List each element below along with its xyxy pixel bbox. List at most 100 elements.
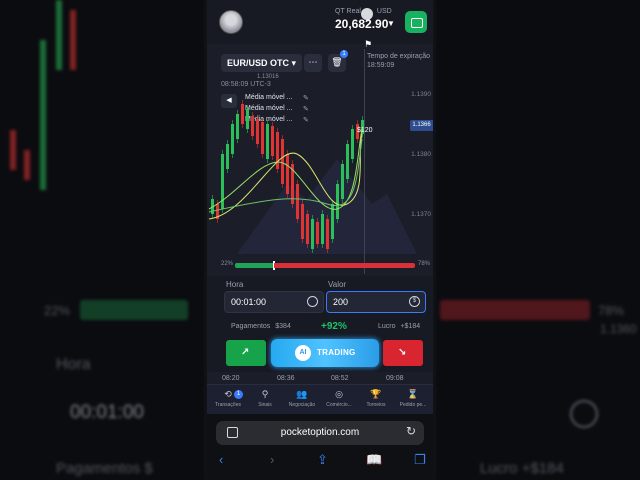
sentiment-down-bar	[274, 263, 415, 268]
bg-candle	[10, 130, 16, 170]
nav-badge: 1	[234, 390, 243, 399]
candle	[226, 144, 229, 169]
dollar-icon: $	[409, 296, 420, 307]
candle	[246, 109, 249, 129]
arrow-down-icon: ↘	[398, 347, 407, 358]
bg-candle	[24, 150, 30, 180]
forward-icon: ›	[270, 452, 275, 467]
amount-field[interactable]: 200 $	[326, 291, 426, 313]
bg-bar-green	[80, 300, 188, 320]
candle	[351, 129, 354, 159]
sentiment-down-pct: 78%	[418, 261, 431, 267]
time-value: 00:01:00	[231, 297, 267, 307]
candle	[256, 119, 259, 144]
sell-down-button[interactable]: ↘	[383, 340, 423, 366]
candle	[321, 214, 324, 244]
candle	[286, 154, 289, 194]
time-tick: 08:36	[277, 375, 295, 382]
back-icon[interactable]: ‹	[219, 452, 223, 467]
time-tick: 08:52	[331, 375, 349, 382]
hourglass-icon: ⌛	[407, 389, 419, 399]
nav-label: Sinais	[258, 402, 272, 408]
candle	[326, 219, 329, 249]
candle	[236, 114, 239, 139]
wallet-icon	[411, 18, 423, 28]
time-tick: 09:08	[386, 375, 404, 382]
sentiment-up-bar	[235, 263, 273, 268]
share-icon[interactable]: ⇪	[317, 452, 328, 468]
bg-pct-left: 22%	[44, 303, 71, 318]
nav-label: Pedido pe...	[399, 402, 427, 408]
candle	[266, 124, 269, 159]
profit-label: Lucro +$184	[378, 323, 420, 330]
candle	[306, 214, 309, 244]
account-currency: USD	[376, 8, 392, 15]
browser-chrome: pocketoption.com ↻ ‹ › ⇪ 📖 ❐	[207, 414, 433, 480]
bookmarks-icon[interactable]: 📖	[366, 452, 382, 468]
trade-panel: Hora 00:01:00 Valor 200 $ Pagamentos $38…	[207, 276, 433, 372]
time-field[interactable]: 00:01:00	[224, 291, 324, 313]
nav-tournaments[interactable]: 🏆 Torneios	[358, 388, 394, 408]
candle	[231, 124, 234, 154]
avatar[interactable]	[219, 10, 243, 34]
amount-value: 200	[333, 297, 349, 307]
candle	[241, 104, 244, 124]
candle	[276, 132, 279, 169]
bg-candle	[70, 10, 76, 70]
nav-signals[interactable]: ⚲ Sinais	[247, 388, 283, 408]
time-tick: 08:20	[222, 375, 240, 382]
profit-text: Lucro	[378, 323, 396, 330]
nav-social-trading[interactable]: 👥 Negociação	[284, 388, 320, 408]
social-icon: 👥	[296, 389, 308, 399]
nav-transactions[interactable]: ⟲ Transações 1	[210, 388, 246, 408]
signal-icon: ⚲	[261, 389, 269, 399]
candle	[341, 164, 344, 199]
url-bar[interactable]: pocketoption.com ↻	[216, 421, 424, 445]
candle	[346, 144, 349, 179]
payout-text: Pagamentos	[231, 323, 271, 330]
bg-candle	[40, 40, 46, 190]
nav-label: Torneios	[366, 402, 386, 408]
nav-label: Transações	[215, 402, 241, 408]
top-bar: QT Real USD 20,682.90 ▼	[207, 0, 433, 44]
arrow-up-icon: ↗	[241, 347, 250, 358]
tabs-icon[interactable]: ❐	[414, 452, 426, 468]
candle	[316, 222, 319, 244]
balance-value[interactable]: 20,682.90	[335, 17, 388, 31]
candle	[311, 219, 314, 249]
time-axis: 08:20 08:36 08:52 09:08	[207, 372, 433, 384]
candle	[271, 126, 274, 156]
candle	[261, 122, 264, 154]
bottom-nav: ⟲ Transações 1 ⚲ Sinais 👥 Negociação ◎ C…	[207, 384, 433, 415]
nav-pending-orders[interactable]: ⌛ Pedido pe...	[395, 388, 431, 408]
bg-candle	[56, 0, 62, 70]
clock-icon	[307, 296, 318, 307]
ai-trading-label: TRADING	[317, 348, 356, 357]
url-text: pocketoption.com	[280, 427, 360, 438]
buy-up-button[interactable]: ↗	[226, 340, 266, 366]
express-icon: ◎	[335, 389, 343, 399]
nav-express[interactable]: ◎ Comércio...	[321, 388, 357, 408]
bg-time: 00:01:00	[70, 402, 144, 423]
candle	[281, 139, 284, 184]
candles-svg	[208, 100, 364, 253]
phone-screen: QT Real USD 20,682.90 ▼ EUR/USD OTC ▾ ⋯ …	[207, 0, 433, 480]
nav-label: Negociação	[288, 402, 316, 408]
bg-dollar-icon	[570, 400, 598, 428]
candle	[251, 116, 254, 136]
ai-trading-button[interactable]: AI TRADING	[271, 339, 379, 367]
reload-icon[interactable]: ↻	[406, 424, 416, 438]
payout-percentage: +92%	[321, 321, 347, 332]
chevron-down-icon[interactable]: ▼	[387, 19, 395, 28]
time-label: Hora	[226, 280, 244, 289]
bg-pct-right: 78%	[598, 303, 625, 318]
candle	[296, 184, 299, 219]
profit-label: $120	[357, 127, 373, 134]
bg-price: 1.1360	[600, 322, 637, 336]
payout-label: Pagamentos $384	[231, 323, 291, 330]
wallet-button[interactable]	[405, 11, 427, 33]
price-chart[interactable]: EUR/USD OTC ▾ ⋯ 🗑 1 ⚑ Tempo de expiração…	[207, 39, 433, 276]
payout-value: $384	[275, 323, 291, 330]
bg-bar-red	[440, 300, 590, 320]
bg-pagamentos: Pagamentos $	[56, 460, 153, 477]
